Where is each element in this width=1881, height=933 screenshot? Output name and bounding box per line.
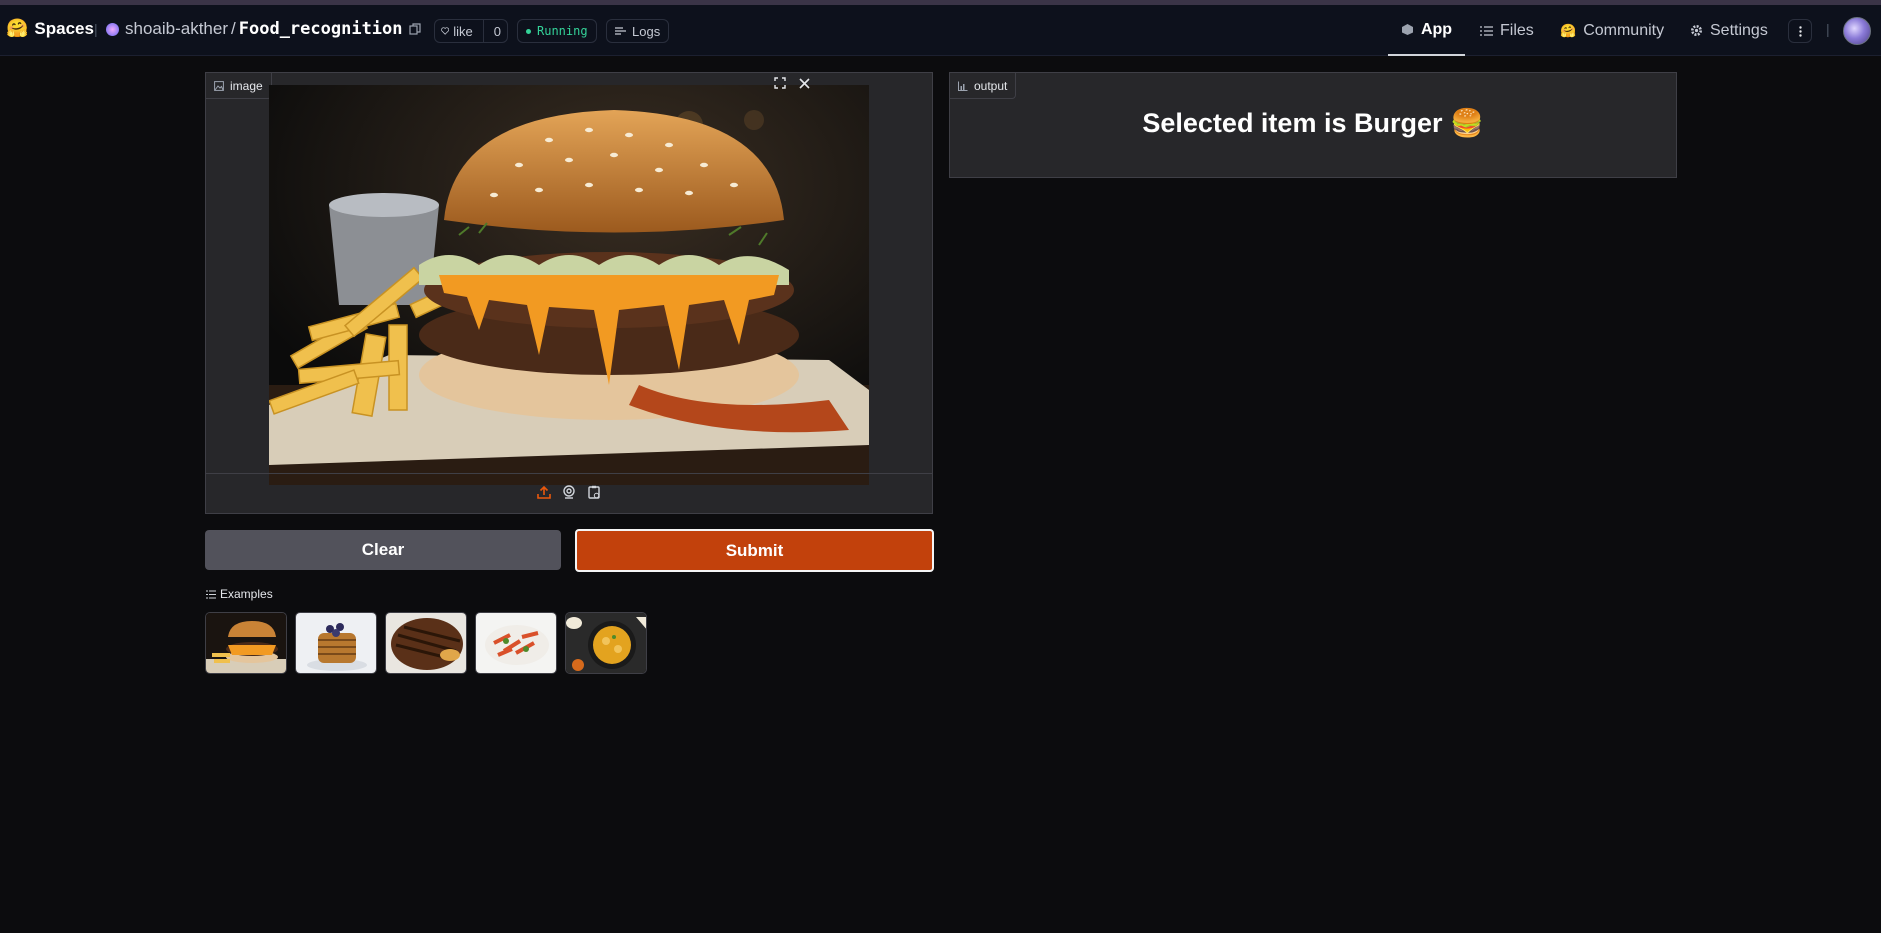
user-avatar[interactable] [1843, 17, 1871, 45]
image-label-text: image [230, 78, 263, 93]
close-icon [798, 77, 810, 89]
example-pancakes[interactable] [295, 612, 377, 674]
output-panel-label: output [950, 73, 1017, 99]
gear-icon [1691, 25, 1702, 36]
prediction-result: Selected item is Burger 🍔 [1142, 108, 1484, 138]
examples-label: Examples [220, 587, 273, 601]
tab-settings[interactable]: Settings [1690, 5, 1768, 56]
logs-icon [615, 27, 626, 35]
owner-avatar[interactable] [106, 22, 119, 36]
repo-path: shoaib-akther / Food_recognition [106, 19, 403, 39]
example-curry[interactable] [565, 612, 647, 674]
fullscreen-button[interactable] [769, 72, 791, 94]
repo-separator: / [231, 19, 236, 38]
divider: | [94, 21, 98, 37]
example-burger[interactable] [205, 612, 287, 674]
output-chart-icon [958, 81, 968, 91]
image-panel-label: image [206, 73, 272, 99]
top-navbar: 🤗 Spaces | shoaib-akther / Food_recognit… [0, 5, 1881, 56]
image-input-panel: image [205, 72, 933, 514]
clear-button[interactable]: Clear [205, 530, 561, 570]
tab-settings-label: Settings [1710, 21, 1768, 39]
more-options-button[interactable] [1788, 19, 1812, 43]
like-button[interactable]: like 0 [434, 19, 508, 43]
tab-app-label: App [1420, 20, 1453, 38]
close-image-button[interactable] [793, 72, 815, 94]
status-dot-icon [526, 28, 531, 34]
tab-community[interactable]: 🤗 Community [1560, 5, 1664, 56]
community-icon: 🤗 [1560, 22, 1577, 38]
hugging-face-logo-icon: 🤗 [6, 18, 29, 38]
output-panel: output Selected item is Burger 🍔 [949, 72, 1677, 178]
heart-icon [441, 27, 450, 35]
output-label-text: output [974, 78, 1008, 93]
spaces-home-link[interactable]: 🤗 Spaces [6, 18, 94, 39]
like-count: 0 [493, 23, 501, 39]
tab-community-label: Community [1583, 21, 1665, 39]
divider: | [1826, 21, 1830, 37]
copy-icon[interactable] [409, 23, 421, 35]
tab-files-label: Files [1500, 21, 1534, 39]
like-label: like [453, 23, 473, 39]
example-pasta[interactable] [475, 612, 557, 674]
submit-button[interactable]: Submit [575, 529, 934, 572]
webcam-icon[interactable] [562, 484, 576, 504]
app-cube-icon [1401, 24, 1413, 35]
files-icon [1480, 25, 1493, 36]
toolbar-divider [206, 473, 932, 474]
list-icon [206, 589, 216, 599]
status-badge[interactable]: Running [517, 19, 597, 43]
logs-button[interactable]: Logs [606, 19, 670, 43]
example-steak[interactable] [385, 612, 467, 674]
more-vertical-icon [1798, 25, 1802, 37]
fullscreen-icon [774, 77, 786, 89]
tab-app[interactable]: App [1388, 5, 1465, 56]
image-icon [214, 80, 224, 91]
uploaded-burger-image[interactable] [269, 85, 869, 485]
examples-header: Examples [206, 587, 273, 601]
logs-label: Logs [632, 23, 661, 39]
repo-name-link[interactable]: Food_recognition [239, 19, 403, 39]
tab-files[interactable]: Files [1480, 5, 1534, 56]
spaces-label: Spaces [34, 18, 94, 38]
upload-icon[interactable] [537, 485, 551, 504]
repo-owner-link[interactable]: shoaib-akther [125, 19, 228, 39]
status-text: Running [537, 24, 588, 38]
image-source-toolbar [206, 475, 932, 513]
clipboard-icon[interactable] [587, 485, 601, 504]
